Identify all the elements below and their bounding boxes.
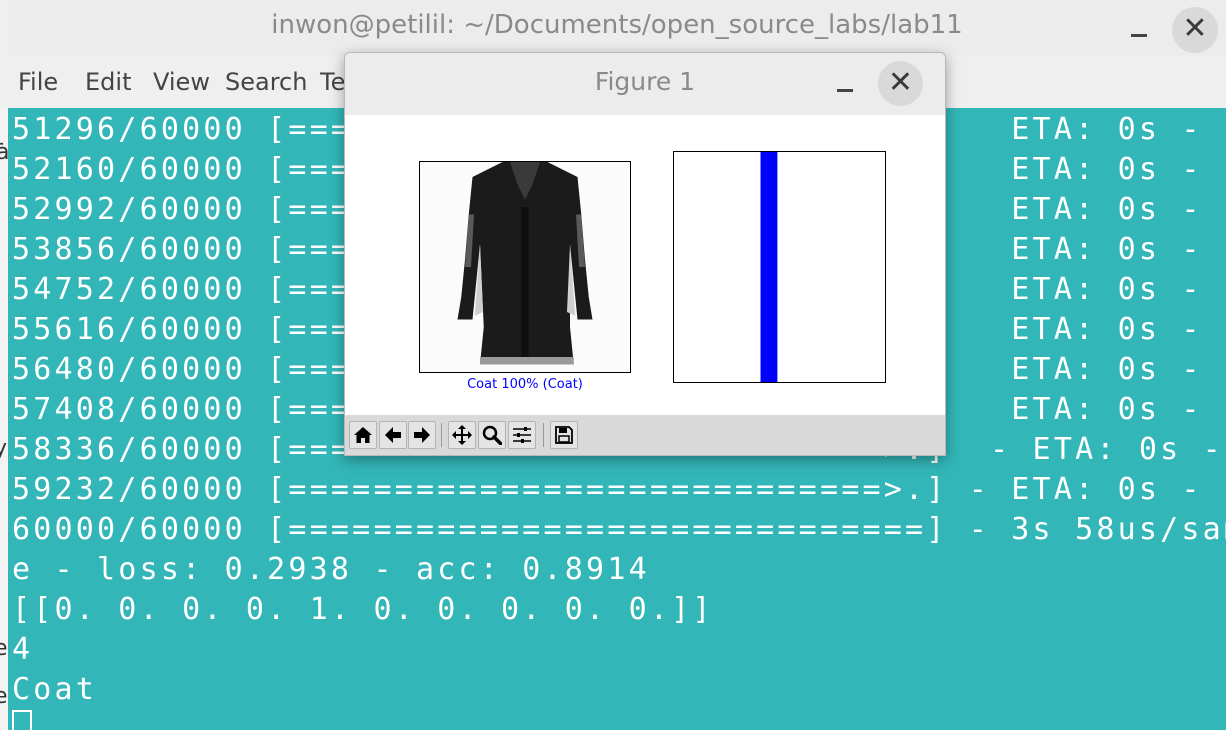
minimize-button[interactable] bbox=[1126, 16, 1154, 44]
menu-edit[interactable]: Edit bbox=[85, 68, 131, 96]
figure-close-button[interactable]: ✕ bbox=[878, 61, 923, 106]
pan-icon bbox=[452, 425, 472, 445]
edge-glyph: y bbox=[0, 436, 8, 461]
prediction-bar-4 bbox=[760, 152, 778, 382]
coat-image bbox=[420, 162, 630, 372]
menu-terminal[interactable]: Te bbox=[320, 68, 345, 96]
prediction-bar-chart bbox=[760, 152, 778, 382]
terminal-line: 4 bbox=[12, 632, 34, 667]
save-button[interactable] bbox=[550, 421, 578, 449]
background-window-edge: r a i y e e bbox=[0, 108, 8, 730]
menu-search[interactable]: Search bbox=[225, 68, 307, 96]
zoom-button[interactable] bbox=[478, 421, 506, 449]
image-prediction-label: Coat 100% (Coat) bbox=[467, 377, 583, 392]
terminal-line: Coat bbox=[12, 672, 98, 707]
edge-glyph: e bbox=[0, 636, 8, 661]
terminal-line: e - loss: 0.2938 - acc: 0.8914 bbox=[12, 552, 650, 587]
figure-titlebar[interactable]: Figure 1 ✕ bbox=[345, 53, 945, 115]
edge-glyph: e bbox=[0, 684, 8, 709]
toolbar-separator bbox=[441, 423, 442, 447]
menu-file[interactable]: File bbox=[18, 68, 58, 96]
toolbar-separator bbox=[543, 423, 544, 447]
close-button[interactable]: ✕ bbox=[1172, 7, 1218, 53]
pan-button[interactable] bbox=[448, 421, 476, 449]
terminal-titlebar[interactable]: inwon@petilil: ~/Documents/open_source_l… bbox=[8, 0, 1226, 56]
terminal-line: 59232/60000 [===========================… bbox=[12, 472, 1226, 507]
back-button[interactable] bbox=[379, 421, 407, 449]
figure-window: Figure 1 ✕ Coat 100% (Coat) bbox=[344, 52, 946, 456]
terminal-title: inwon@petilil: ~/Documents/open_source_l… bbox=[271, 10, 963, 40]
figure-canvas[interactable]: Coat 100% (Coat) bbox=[345, 115, 945, 415]
image-axes bbox=[419, 161, 631, 373]
home-button[interactable] bbox=[349, 421, 377, 449]
close-icon: ✕ bbox=[887, 65, 914, 100]
home-icon bbox=[354, 427, 372, 443]
menu-view[interactable]: View bbox=[153, 68, 210, 96]
terminal-line: [[0. 0. 0. 0. 1. 0. 0. 0. 0. 0.]] bbox=[12, 592, 714, 627]
back-icon bbox=[385, 427, 401, 443]
zoom-icon bbox=[482, 425, 502, 445]
forward-button[interactable] bbox=[408, 421, 436, 449]
forward-icon bbox=[414, 427, 430, 443]
close-icon: ✕ bbox=[1182, 11, 1208, 46]
terminal-cursor bbox=[12, 710, 32, 730]
prediction-bar-axes bbox=[673, 151, 886, 383]
figure-minimize-button[interactable] bbox=[833, 77, 859, 97]
edge-glyph: a bbox=[0, 140, 8, 165]
figure-toolbar bbox=[345, 415, 945, 455]
configure-subplots-button[interactable] bbox=[508, 421, 536, 449]
terminal-line: 60000/60000 [===========================… bbox=[12, 512, 1226, 547]
save-icon bbox=[555, 426, 573, 444]
configure-subplots-icon bbox=[513, 427, 531, 443]
